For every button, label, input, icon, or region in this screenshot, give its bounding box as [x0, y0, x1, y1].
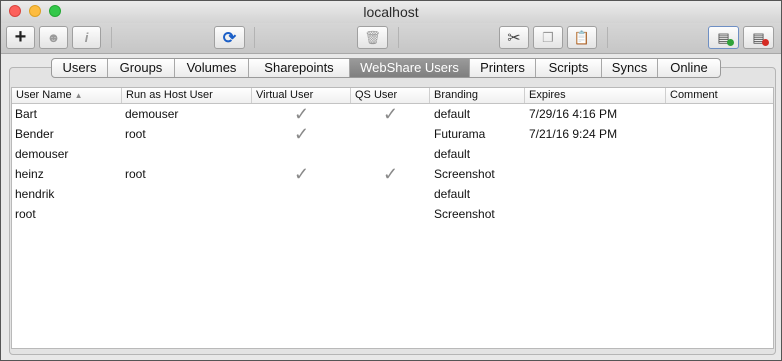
tab-syncs[interactable]: Syncs	[602, 59, 658, 77]
cut-button[interactable]: ✂	[499, 26, 529, 49]
user-button[interactable]: ☻	[39, 26, 68, 49]
cell-expires	[529, 164, 666, 184]
cell-qs-user	[351, 144, 430, 164]
cell-user-name: Bender	[15, 127, 54, 141]
tab-users[interactable]: Users	[52, 59, 108, 77]
info-icon: i	[84, 30, 89, 45]
add-button[interactable]: +	[6, 26, 35, 49]
cell-virtual-user	[252, 144, 351, 164]
copy-button[interactable]: ❐	[533, 26, 563, 49]
cell-expires	[529, 144, 666, 164]
column-header-qs-user[interactable]: QS User	[351, 88, 430, 103]
paste-icon: 📋	[573, 29, 591, 45]
cell-run-as: root	[125, 127, 146, 141]
toolbar-separator	[607, 27, 608, 48]
tab-groups[interactable]: Groups	[108, 59, 175, 77]
cell-comment	[670, 104, 770, 124]
paste-button[interactable]: 📋	[567, 26, 597, 49]
cell-branding: default	[434, 187, 471, 201]
webshare-users-table: User Name ▲ Run as Host User Virtual User…	[11, 87, 774, 349]
cell-user-name: heinz	[15, 167, 44, 181]
cell-comment	[670, 164, 770, 184]
tab-printers[interactable]: Printers	[470, 59, 536, 77]
cell-user-name: hendrik	[15, 187, 55, 201]
toolbar: + ☻ i ⟳ 🗑 ✂ ❐ 📋 ▤ ▤	[1, 23, 781, 54]
cell-qs-user	[351, 204, 430, 224]
scissors-icon: ✂	[507, 29, 521, 47]
column-header-comment[interactable]: Comment	[666, 88, 773, 103]
sort-ascending-icon: ▲	[74, 91, 83, 100]
delete-button[interactable]: 🗑	[357, 26, 388, 49]
cell-comment	[670, 204, 770, 224]
table-row[interactable]: Bender root ✓ Futurama 7/21/16 9:24 PM	[12, 124, 773, 144]
cell-branding: Screenshot	[434, 167, 495, 181]
checkmark-icon: ✓	[382, 104, 399, 124]
toolbar-separator	[111, 27, 112, 48]
cell-branding: default	[434, 147, 471, 161]
cell-qs-user	[351, 184, 430, 204]
cell-expires: 7/29/16 4:16 PM	[529, 107, 618, 121]
add-badge-icon	[727, 39, 734, 46]
column-header-virtual-user[interactable]: Virtual User	[252, 88, 351, 103]
cell-qs-user	[351, 124, 430, 144]
remove-badge-icon	[762, 39, 769, 46]
table-row[interactable]: hendrik default	[12, 184, 773, 204]
disconnect-server-button[interactable]: ▤	[743, 26, 774, 49]
tab-webshare-users[interactable]: WebShare Users	[350, 59, 470, 77]
tab-volumes[interactable]: Volumes	[175, 59, 249, 77]
cell-comment	[670, 144, 770, 164]
cell-user-name: root	[15, 207, 36, 221]
refresh-button[interactable]: ⟳	[214, 26, 245, 49]
cell-run-as	[125, 184, 250, 204]
checkmark-icon: ✓	[382, 164, 399, 184]
user-silhouette-icon: ☻	[46, 30, 61, 45]
table-header: User Name ▲ Run as Host User Virtual User…	[12, 88, 773, 104]
window-title: localhost	[363, 4, 419, 20]
trash-icon: 🗑	[364, 29, 381, 45]
cell-expires: 7/21/16 9:24 PM	[529, 127, 618, 141]
plus-icon: +	[14, 26, 27, 48]
toolbar-separator	[398, 27, 399, 48]
cell-virtual-user	[252, 184, 351, 204]
cell-run-as: root	[125, 167, 146, 181]
table-row[interactable]: demouser default	[12, 144, 773, 164]
checkmark-icon: ✓	[293, 164, 310, 184]
info-button[interactable]: i	[72, 26, 101, 49]
toolbar-separator	[254, 27, 255, 48]
cell-branding: default	[434, 107, 471, 121]
connect-server-button[interactable]: ▤	[708, 26, 739, 49]
copy-icon: ❐	[542, 29, 554, 45]
tab-scripts[interactable]: Scripts	[536, 59, 602, 77]
cell-expires	[529, 204, 666, 224]
cell-run-as	[125, 204, 250, 224]
table-row[interactable]: heinz root ✓ ✓ Screenshot	[12, 164, 773, 184]
cell-comment	[670, 184, 770, 204]
table-row[interactable]: Bart demouser ✓ ✓ default 7/29/16 4:16 PM	[12, 104, 773, 124]
cell-run-as: demouser	[125, 107, 179, 121]
checkmark-icon: ✓	[293, 124, 310, 144]
cell-user-name: demouser	[15, 147, 69, 161]
cell-run-as	[125, 144, 250, 164]
tab-bar: Users Groups Volumes Sharepoints WebShar…	[51, 58, 721, 78]
refresh-icon: ⟳	[222, 29, 237, 47]
cell-comment	[670, 124, 770, 144]
column-header-user-name[interactable]: User Name ▲	[12, 88, 122, 103]
column-header-expires[interactable]: Expires	[525, 88, 666, 103]
cell-branding: Futurama	[434, 127, 486, 141]
cell-user-name: Bart	[15, 107, 38, 121]
column-header-branding[interactable]: Branding	[430, 88, 525, 103]
tab-online[interactable]: Online	[658, 59, 720, 77]
title-bar: localhost	[1, 1, 781, 23]
cell-virtual-user	[252, 204, 351, 224]
checkmark-icon: ✓	[293, 104, 310, 124]
table-row[interactable]: root Screenshot	[12, 204, 773, 224]
column-header-run-as[interactable]: Run as Host User	[122, 88, 252, 103]
app-window: localhost + ☻ i ⟳ 🗑 ✂ ❐ 📋 ▤ ▤ Users Grou…	[0, 0, 782, 361]
tab-sharepoints[interactable]: Sharepoints	[249, 59, 350, 77]
cell-branding: Screenshot	[434, 207, 495, 221]
cell-expires	[529, 184, 666, 204]
